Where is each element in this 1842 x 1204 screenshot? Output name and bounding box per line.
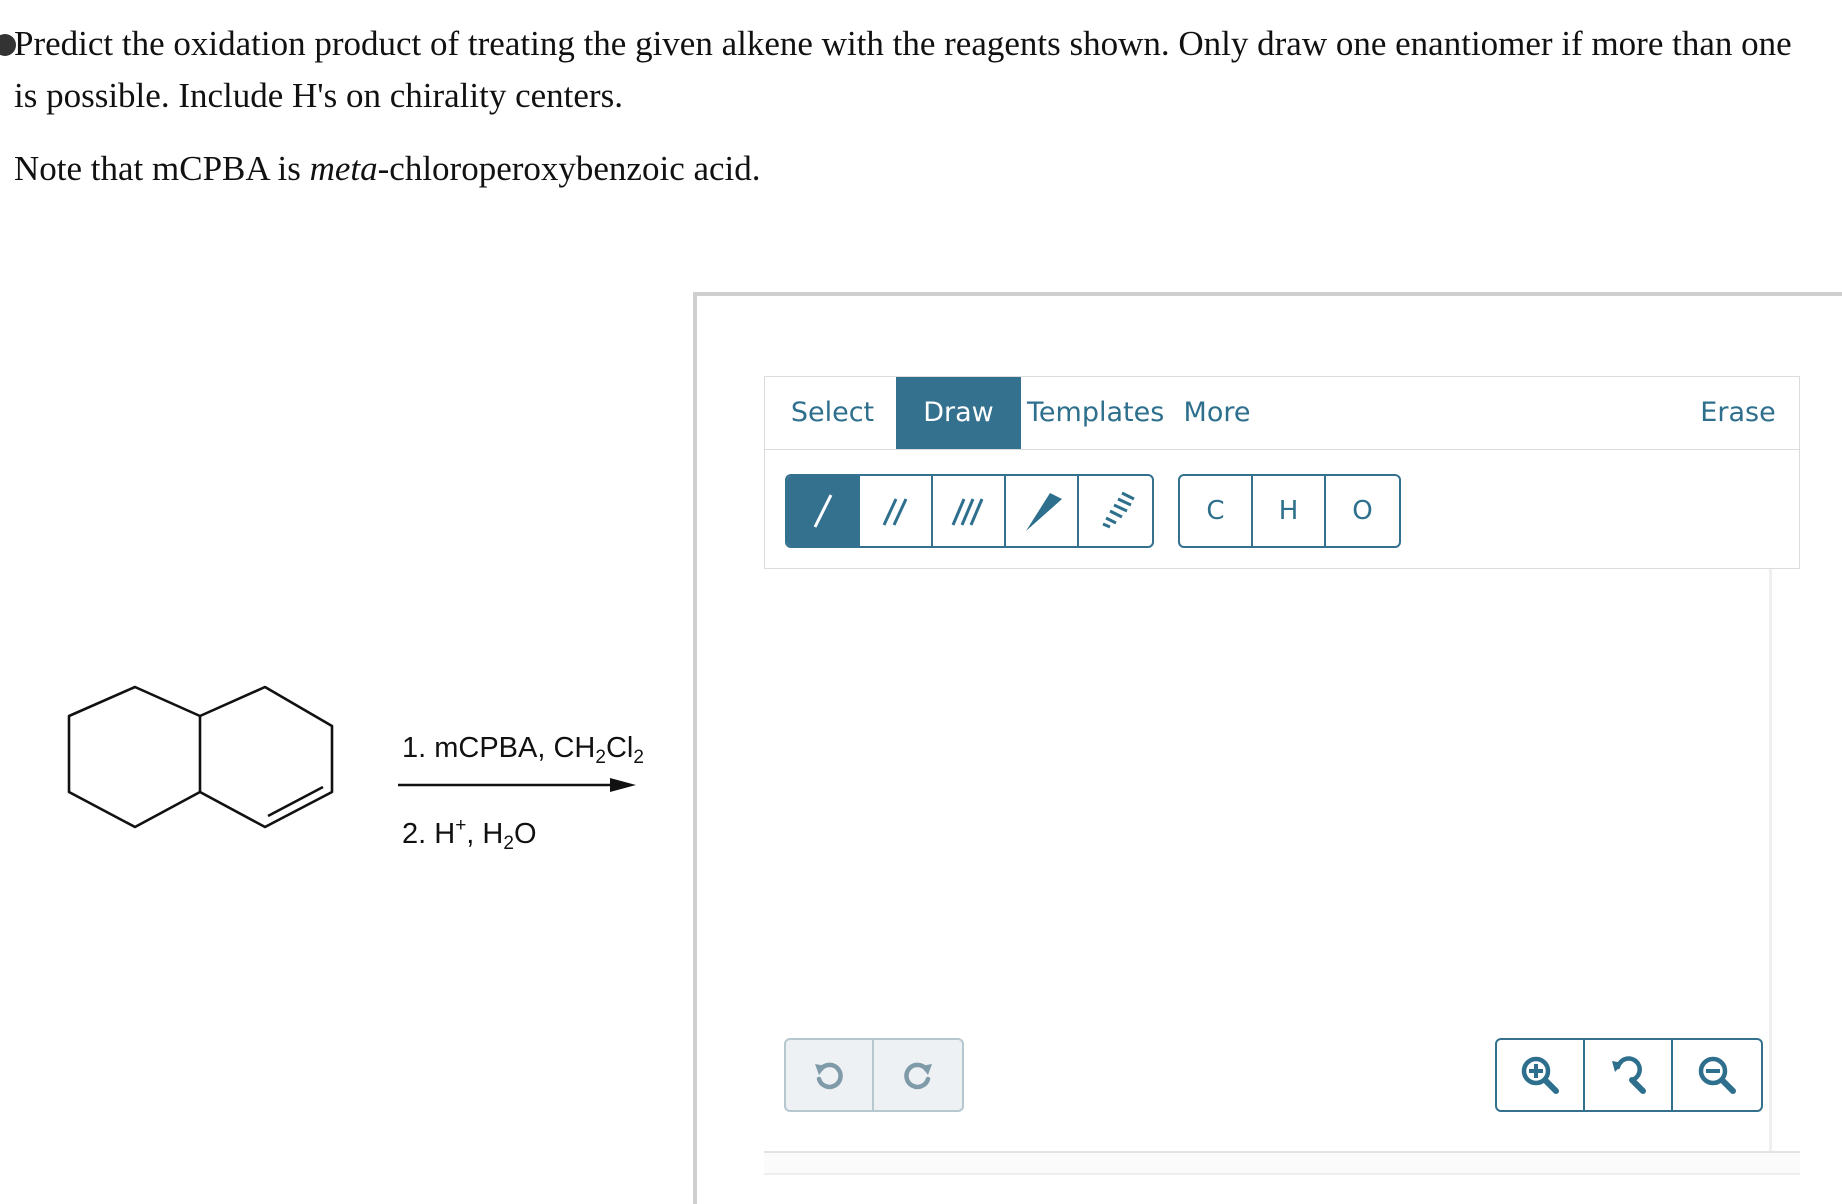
redo-button[interactable] (874, 1040, 962, 1110)
redo-icon (904, 1062, 932, 1090)
tab-draw[interactable]: Draw (896, 377, 1021, 449)
tab-more[interactable]: More (1175, 377, 1259, 449)
note-italic: meta (309, 149, 378, 188)
zoom-group (1495, 1038, 1763, 1112)
reagent-step-2-suffix: O (513, 818, 537, 850)
history-group (784, 1038, 964, 1112)
reagent-step-2-sub: 2 (503, 833, 514, 854)
tab-templates[interactable]: Templates (1027, 377, 1164, 449)
wedge-bond-button[interactable] (1006, 476, 1079, 546)
reagent-step-2-mid: , H (466, 818, 504, 850)
reagent-step-2-sup: + (455, 815, 467, 836)
atom-h-button[interactable]: H (1253, 476, 1326, 546)
zoom-in-icon (1521, 1056, 1559, 1094)
single-bond-button[interactable] (787, 476, 860, 546)
question-line-2: is possible. Include H's on chirality ce… (14, 76, 623, 115)
double-bond-icon (882, 498, 907, 526)
note-prefix: Note that mCPBA is (14, 149, 310, 188)
undo-button[interactable] (786, 1040, 874, 1110)
reagent-step-1-sub-1: 2 (595, 747, 606, 768)
zoom-in-button[interactable] (1497, 1040, 1585, 1110)
editor-tab-bar: Select Draw Templates More Erase (764, 376, 1800, 450)
hash-bond-icon (1101, 491, 1135, 529)
question-line-1: Predict the oxidation product of treatin… (14, 24, 1792, 63)
triple-bond-icon (951, 498, 983, 526)
canvas-bottom-bar (764, 1151, 1800, 1175)
reagent-step-1: 1. mCPBA, CH2Cl2 (402, 732, 644, 769)
erase-button[interactable]: Erase (1693, 377, 1783, 449)
molecule-editor: Select Draw Templates More Erase C H O (764, 376, 1800, 1182)
bond-tool-group (785, 474, 1154, 548)
editor-tool-row: C H O (764, 450, 1800, 569)
question-text: Predict the oxidation product of treatin… (0, 18, 1834, 195)
reaction-arrow-head (610, 778, 636, 792)
hash-bond-button[interactable] (1079, 476, 1152, 546)
undo-icon (815, 1062, 843, 1090)
zoom-reset-icon (1612, 1056, 1646, 1094)
reactant-structure (67, 685, 636, 829)
double-bond-button[interactable] (860, 476, 933, 546)
question-note: Note that mCPBA is meta-chloroperoxybenz… (14, 143, 1834, 195)
bicyclic-alkene-skeleton (67, 685, 334, 829)
reagent-step-1-sub-2: 2 (633, 747, 644, 768)
reagent-step-1-text: 1. mCPBA, CH (402, 732, 596, 764)
zoom-out-icon (1698, 1056, 1736, 1094)
single-bond-icon (813, 494, 832, 528)
triple-bond-button[interactable] (933, 476, 1006, 546)
atom-tool-group: C H O (1178, 474, 1401, 548)
reagent-step-2: 2. H+, H2O (402, 815, 537, 855)
atom-o-button[interactable]: O (1326, 476, 1399, 546)
reagent-step-2-text: 2. H (402, 818, 456, 850)
zoom-out-button[interactable] (1673, 1040, 1761, 1110)
note-suffix: -chloroperoxybenzoic acid. (377, 149, 761, 188)
wedge-bond-icon (1025, 493, 1062, 531)
reaction-scheme: 1. mCPBA, CH2Cl2 2. H+, H2O (0, 680, 680, 910)
tab-select[interactable]: Select (775, 377, 890, 449)
atom-c-button[interactable]: C (1180, 476, 1253, 546)
reagent-step-1-mid: Cl (605, 732, 634, 764)
zoom-reset-button[interactable] (1585, 1040, 1673, 1110)
